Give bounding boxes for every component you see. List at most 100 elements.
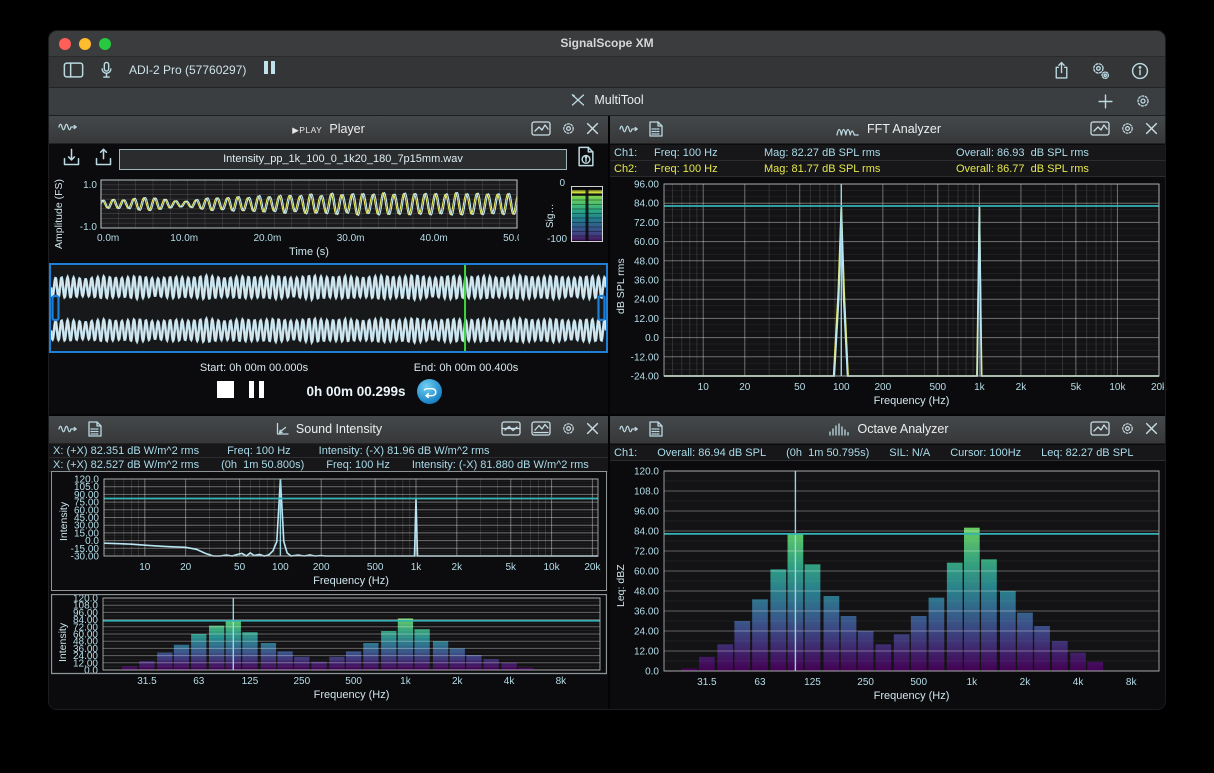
add-tool-button[interactable] bbox=[1098, 94, 1113, 109]
selection-end-label: End: 0h 00m 00.400s bbox=[371, 362, 561, 374]
oa-chart-view-button[interactable] bbox=[1090, 421, 1110, 436]
sound-intensity-title: Sound Intensity bbox=[296, 422, 382, 436]
player-chart-view-button[interactable] bbox=[531, 121, 551, 136]
selection-handle-right[interactable] bbox=[599, 296, 605, 320]
titlebar: SignalScope XM bbox=[49, 31, 1165, 57]
sound-intensity-header: Sound Intensity bbox=[49, 416, 608, 444]
player-waveform-chart[interactable]: 1.0-1.00.0m10.0m20.0m30.0m40.0m50.0mTime… bbox=[79, 172, 519, 258]
si-octave-chart[interactable]: 120.0108.096.0084.0072.0060.0048.0036.00… bbox=[51, 594, 607, 706]
player-close-button[interactable] bbox=[586, 122, 599, 135]
fft-ch2-overall: Overall: 86.77 dB SPL rms bbox=[956, 163, 1089, 175]
svg-text:63: 63 bbox=[754, 677, 766, 688]
pause-io-button[interactable] bbox=[262, 61, 276, 79]
svg-text:20.0m: 20.0m bbox=[254, 233, 282, 244]
fft-ch2-label: Ch2: bbox=[614, 163, 654, 175]
multitool-bar: MultiTool bbox=[49, 88, 1165, 116]
svg-text:2k: 2k bbox=[1020, 677, 1032, 688]
colorbar-axis-label: Sig… bbox=[545, 196, 556, 236]
oa-cursor: Cursor: 100Hz bbox=[950, 447, 1021, 459]
svg-text:96.00: 96.00 bbox=[634, 180, 659, 191]
svg-text:40.0m: 40.0m bbox=[420, 233, 448, 244]
input-device-selector[interactable]: ADI-2 Pro (57760297) bbox=[129, 63, 246, 77]
player-settings-button[interactable] bbox=[561, 121, 576, 136]
pause-button[interactable] bbox=[246, 381, 266, 401]
si-spectrum-box: Intensity 120.0105.090.0075.0060.0045.00… bbox=[51, 471, 607, 591]
svg-text:36.00: 36.00 bbox=[634, 607, 659, 618]
signal-level-colorbar bbox=[571, 186, 603, 242]
svg-text:2k: 2k bbox=[452, 676, 464, 687]
svg-text:108.0: 108.0 bbox=[634, 487, 659, 498]
export-file-button[interactable] bbox=[93, 147, 114, 168]
si-spectrum-view-button[interactable] bbox=[501, 421, 521, 436]
multitool-icon bbox=[570, 93, 586, 107]
file-info-button[interactable] bbox=[578, 146, 594, 167]
colorbar-max-label: 0 bbox=[547, 178, 565, 189]
svg-text:2k: 2k bbox=[452, 562, 464, 573]
tools-settings-icon[interactable] bbox=[1090, 61, 1111, 80]
player-y-axis-label: Amplitude (FS) bbox=[53, 176, 65, 252]
svg-text:8k: 8k bbox=[556, 676, 568, 687]
oa-octave-chart[interactable]: 120.0108.096.0084.0072.0060.0048.0036.00… bbox=[612, 466, 1164, 710]
oa-settings-button[interactable] bbox=[1120, 421, 1135, 436]
fft-header: FFT Analyzer bbox=[610, 116, 1166, 144]
fft-chart-view-button[interactable] bbox=[1090, 121, 1110, 136]
svg-text:48.00: 48.00 bbox=[634, 587, 659, 598]
selection-handle-left[interactable] bbox=[53, 296, 59, 320]
loop-button[interactable] bbox=[417, 379, 442, 404]
svg-text:250: 250 bbox=[857, 677, 874, 688]
content-area: ▶PLAY Player Intensity_pp_1k_100_0_1k20_… bbox=[49, 116, 1165, 709]
info-icon[interactable] bbox=[1131, 62, 1149, 80]
octave-analyzer-title: Octave Analyzer bbox=[857, 422, 948, 436]
svg-text:60.00: 60.00 bbox=[634, 567, 659, 578]
svg-text:1.0: 1.0 bbox=[83, 180, 97, 191]
svg-text:1k: 1k bbox=[974, 382, 986, 393]
fft-title: FFT Analyzer bbox=[867, 122, 941, 136]
oa-readout: Ch1: Overall: 86.94 dB SPL (0h 1m 50.795… bbox=[610, 445, 1166, 461]
svg-text:50: 50 bbox=[234, 562, 246, 573]
svg-text:84.00: 84.00 bbox=[634, 199, 659, 210]
svg-text:4k: 4k bbox=[1073, 677, 1085, 688]
svg-text:-1.0: -1.0 bbox=[80, 222, 98, 233]
oa-ch-label: Ch1: bbox=[614, 447, 637, 459]
si-chart-view-button[interactable] bbox=[531, 421, 551, 436]
share-icon[interactable] bbox=[1053, 61, 1070, 80]
fft-readout-ch2: Ch2: Freq: 100 Hz Mag: 81.77 dB SPL rms … bbox=[610, 161, 1166, 177]
fft-ch2-freq: Freq: 100 Hz bbox=[654, 163, 764, 175]
svg-text:500: 500 bbox=[367, 562, 384, 573]
svg-text:31.5: 31.5 bbox=[137, 676, 157, 687]
svg-text:0.0m: 0.0m bbox=[97, 233, 119, 244]
svg-text:72.00: 72.00 bbox=[634, 547, 659, 558]
microphone-icon[interactable] bbox=[100, 61, 113, 79]
svg-text:24.00: 24.00 bbox=[634, 295, 659, 306]
si-close-button[interactable] bbox=[586, 422, 599, 435]
svg-text:4k: 4k bbox=[504, 676, 516, 687]
filename-field[interactable]: Intensity_pp_1k_100_0_1k20_180_7p15mm.wa… bbox=[119, 149, 567, 170]
svg-text:50.0m: 50.0m bbox=[503, 233, 519, 244]
svg-text:0.0: 0.0 bbox=[645, 333, 659, 344]
fft-close-button[interactable] bbox=[1145, 122, 1158, 135]
oa-close-button[interactable] bbox=[1145, 422, 1158, 435]
sidebar-toggle-icon[interactable] bbox=[63, 62, 84, 78]
fft-ch1-freq: Freq: 100 Hz bbox=[654, 147, 764, 159]
si-settings-button[interactable] bbox=[561, 421, 576, 436]
fft-settings-button[interactable] bbox=[1120, 121, 1135, 136]
multitool-settings-icon[interactable] bbox=[1135, 93, 1151, 109]
svg-text:72.00: 72.00 bbox=[634, 218, 659, 229]
waveform-overview[interactable] bbox=[49, 263, 608, 353]
octave-bars-icon bbox=[828, 423, 850, 436]
import-file-button[interactable] bbox=[61, 147, 82, 168]
si-elapsed-time: (0h 1m 50.800s) bbox=[221, 459, 304, 471]
si-spectrum-chart[interactable]: 120.0105.090.0075.0060.0045.0030.0015.00… bbox=[52, 472, 605, 589]
svg-text:5k: 5k bbox=[1071, 382, 1083, 393]
svg-text:1k: 1k bbox=[411, 562, 423, 573]
svg-text:200: 200 bbox=[313, 562, 330, 573]
main-toolbar: ADI-2 Pro (57760297) bbox=[49, 57, 1165, 88]
svg-text:5k: 5k bbox=[505, 562, 517, 573]
svg-text:0.0: 0.0 bbox=[84, 666, 98, 677]
fft-spectrum-chart[interactable]: 96.0084.0072.0060.0048.0036.0024.0012.00… bbox=[612, 179, 1164, 414]
fft-ch1-mag: Mag: 82.27 dB SPL rms bbox=[764, 147, 956, 159]
svg-text:24.00: 24.00 bbox=[634, 627, 659, 638]
stop-button[interactable] bbox=[217, 381, 234, 398]
fft-ch1-overall: Overall: 86.93 dB SPL rms bbox=[956, 147, 1089, 159]
oa-sil: SIL: N/A bbox=[889, 447, 930, 459]
